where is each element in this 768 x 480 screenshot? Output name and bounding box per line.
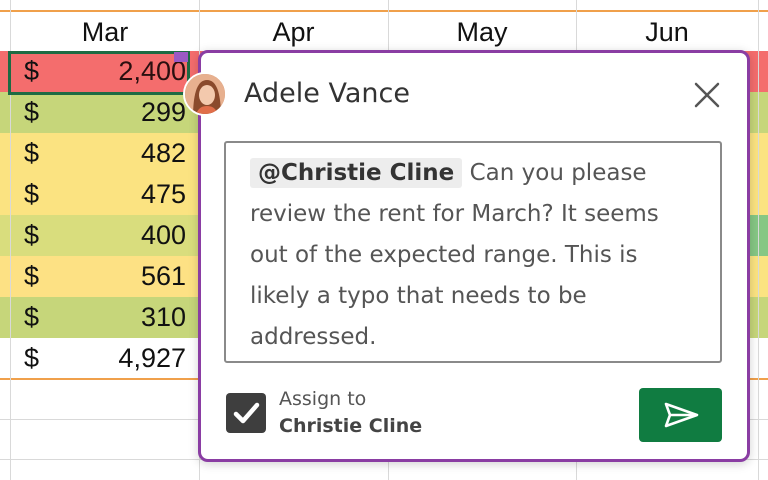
active-cell-selection[interactable] xyxy=(8,51,190,95)
comment-line-2: review the rent for March? It seems xyxy=(250,201,659,227)
avatar xyxy=(183,72,227,116)
cell-value: 310 xyxy=(140,302,186,332)
column-header-mar[interactable]: Mar xyxy=(10,13,200,51)
assignee-name: Christie Cline xyxy=(279,415,423,437)
cell-value: 475 xyxy=(140,179,186,209)
comment-line-5: addressed. xyxy=(250,324,377,350)
currency-symbol: $ xyxy=(24,343,40,373)
cell-mar-total[interactable]: $ 4,927 xyxy=(12,338,190,379)
mention-chip[interactable]: @Christie Cline xyxy=(250,158,463,188)
comment-line-4: likely a typo that needs to be xyxy=(250,283,587,309)
column-header-jun[interactable]: Jun xyxy=(576,13,758,51)
cell-mar-row2[interactable]: $ 299 xyxy=(12,92,190,133)
comment-indicator[interactable] xyxy=(174,52,188,62)
row-band xyxy=(750,215,768,256)
assign-checkbox[interactable] xyxy=(226,393,266,433)
close-icon xyxy=(694,82,720,108)
row-band xyxy=(750,256,768,297)
cell-mar-row5[interactable]: $ 400 xyxy=(12,215,190,256)
currency-symbol: $ xyxy=(24,261,40,291)
cell-value: 561 xyxy=(140,261,186,291)
checkmark-icon xyxy=(233,402,260,424)
cell-mar-row6[interactable]: $ 561 xyxy=(12,256,190,297)
cell-mar-row7[interactable]: $ 310 xyxy=(12,297,190,338)
comment-author-name: Adele Vance xyxy=(244,78,410,109)
send-icon xyxy=(664,402,699,428)
cell-mar-row3[interactable]: $ 482 xyxy=(12,133,190,174)
currency-symbol: $ xyxy=(24,302,40,332)
comment-text: Can you please xyxy=(469,160,647,186)
total-value: 4,927 xyxy=(118,343,186,373)
comment-text-area[interactable]: @Christie Cline Can you please review th… xyxy=(224,141,722,363)
comment-line-1: @Christie Cline Can you please xyxy=(250,153,706,194)
header-border xyxy=(0,10,768,12)
currency-symbol: $ xyxy=(24,220,40,250)
column-header-apr[interactable]: Apr xyxy=(199,13,388,51)
cell-value: 482 xyxy=(140,138,186,168)
comment-line-3: out of the expected range. This is xyxy=(250,242,638,268)
send-button[interactable] xyxy=(639,388,722,442)
column-divider xyxy=(758,0,759,480)
currency-symbol: $ xyxy=(24,179,40,209)
assign-to-label: Assign to xyxy=(279,388,367,410)
cell-value: 400 xyxy=(140,220,186,250)
close-button[interactable] xyxy=(688,76,726,114)
currency-symbol: $ xyxy=(24,97,40,127)
cell-mar-row4[interactable]: $ 475 xyxy=(12,174,190,215)
cell-value: 299 xyxy=(140,97,186,127)
currency-symbol: $ xyxy=(24,138,40,168)
column-header-may[interactable]: May xyxy=(388,13,576,51)
